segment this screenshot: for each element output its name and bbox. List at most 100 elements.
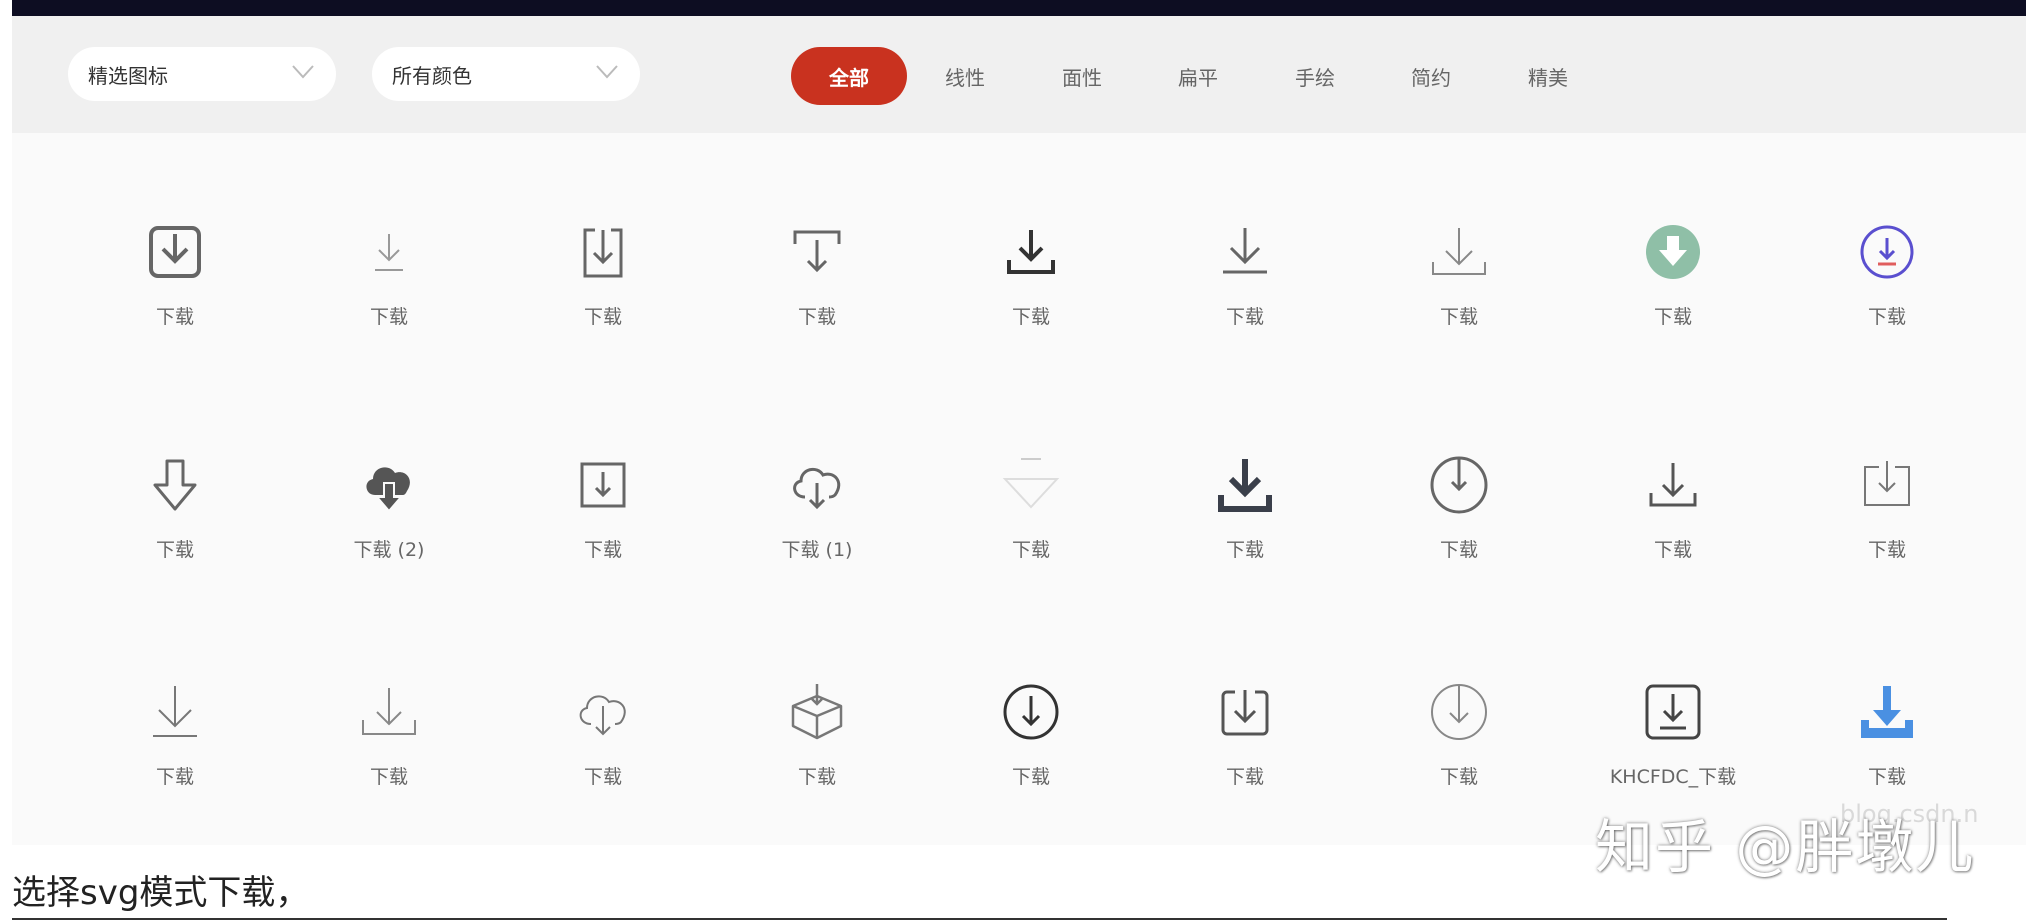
icon-label: 下载 [1439,306,1478,328]
icon-tile[interactable]: 下载 [924,222,1138,362]
icon-tile[interactable]: 下载 [1138,682,1352,822]
icon-tile[interactable]: 下载 [1352,682,1566,822]
tab-label: 面性 [1062,65,1102,90]
circle-arrow-down-icon [1430,456,1488,514]
icon-tile[interactable]: 下载 [1138,222,1352,362]
cloud-download-outline-2-icon [579,695,626,736]
icon-tile[interactable]: 下载 (2) [282,455,496,595]
icon-tile[interactable]: 下载 [1352,455,1566,595]
tab-linear[interactable]: 线性 [907,47,1023,105]
icon-tile[interactable]: 下载 [710,222,924,362]
circle-download-bold-icon [1003,684,1059,740]
color-dropdown[interactable]: 所有颜色 [372,47,640,101]
icon-tile[interactable]: 下载 [496,455,710,595]
icon-label: 下载 [1867,306,1906,328]
icon-label: 下载 [1439,539,1478,561]
tab-label: 手绘 [1295,65,1335,90]
icon-tile[interactable]: 下载 [1566,222,1780,362]
icon-label: 下载 [155,766,194,788]
icon-label: 下载 [583,539,622,561]
tab-flat[interactable]: 扁平 [1140,47,1256,105]
icon-tile[interactable]: 下载 [496,682,710,822]
tab-simple[interactable]: 简约 [1373,47,1489,105]
icon-label: 下载 [1653,306,1692,328]
color-dropdown-value: 所有颜色 [392,63,472,88]
icon-label: 下载 [369,766,408,788]
icon-label: 下载 [797,766,836,788]
chevron-down-icon [292,65,314,79]
square-download-icon [580,462,626,508]
icon-label: 下载 [1225,539,1264,561]
cloud-download-filled-icon [366,467,410,513]
icon-label: 下载 [797,306,836,328]
arrow-down-line-large-icon [153,686,197,737]
tray-arrow-down-icon [1649,463,1697,507]
watermark: 知乎 @胖墩儿 [1595,813,1976,881]
tray-download-rounded-2-icon [1221,690,1269,736]
category-dropdown[interactable]: 精选图标 [68,47,336,101]
icon-tile[interactable]: 下载 [68,682,282,822]
icon-tile[interactable]: 下载 [282,682,496,822]
tab-all[interactable]: 全部 [791,47,907,105]
chevron-down-icon [596,65,618,79]
icon-tile[interactable]: 下载 [1780,222,1994,362]
package-download-icon [791,684,843,740]
icon-tile[interactable]: 下载 [1780,455,1994,595]
box-download-icon [583,228,623,278]
tray-arrow-down-bold-icon [1007,230,1055,274]
tab-label: 扁平 [1178,65,1218,90]
icon-tile[interactable]: 下载 [1566,455,1780,595]
icon-tile[interactable]: 下载 [924,455,1138,595]
icon-tile[interactable]: 下载 [924,682,1138,822]
tab-label: 线性 [945,65,985,90]
bracket-arrow-down-icon [793,230,841,273]
icon-label: 下载 [1225,306,1264,328]
icon-tile[interactable]: 下载 [496,222,710,362]
icon-tile[interactable]: 下载 [710,682,924,822]
purple-circle-download-icon [1860,225,1914,279]
icon-label: 下载 [583,306,622,328]
icon-label: 下载 [1011,539,1050,561]
arrow-down-line-icon [1223,228,1267,274]
icon-label: KHCFDC_下载 [1609,766,1737,788]
icon-label: 下载 [1653,539,1692,561]
inbox-download-icon [1864,461,1910,506]
icon-tile[interactable]: 下载 (1) [710,455,924,595]
tab-exquisite[interactable]: 精美 [1490,47,1606,105]
icon-label: 下载 [1225,766,1264,788]
circle-download-thin-icon [1431,684,1487,740]
icon-tile[interactable]: 下载 [68,222,282,362]
green-circle-download-icon [1646,225,1700,279]
tab-label: 精美 [1528,65,1568,90]
tray-arrow-down-thin-icon [1432,228,1486,275]
icon-label: 下载 [1011,766,1050,788]
icon-label: 下载 [155,539,194,561]
icon-tile[interactable]: 下载 [282,222,496,362]
icon-label: 下载 [583,766,622,788]
icon-label: 下载 [369,306,408,328]
tab-handdrawn[interactable]: 手绘 [1257,47,1373,105]
divider [12,918,1947,920]
icon-tile[interactable]: 下载 [1138,455,1352,595]
icon-label: 下载 (1) [781,539,853,561]
cloud-download-outline-icon [793,467,841,510]
icon-label: 下载 [1867,766,1906,788]
arrow-down-line-light-icon [375,234,403,271]
caption-text: 选择svg模式下载， [12,873,310,913]
icon-label: 下载 [155,306,194,328]
faint-triangle-down-icon [1002,458,1060,509]
tray-arrow-down-large-icon [362,688,416,735]
tab-label: 简约 [1411,65,1451,90]
tab-solid[interactable]: 面性 [1024,47,1140,105]
icon-tile[interactable]: 下载 [1352,222,1566,362]
icon-label: 下载 [1011,306,1050,328]
icon-label: 下载 [1439,766,1478,788]
blue-tray-download-icon [1861,686,1913,738]
top-bar [12,0,2026,16]
icon-label: 下载 (2) [353,539,425,561]
icon-tile[interactable]: 下载 [68,455,282,595]
category-dropdown-value: 精选图标 [88,63,168,88]
square-download-line-icon [1645,684,1701,740]
tab-label: 全部 [829,65,869,90]
tray-download-rounded-icon [149,226,201,278]
